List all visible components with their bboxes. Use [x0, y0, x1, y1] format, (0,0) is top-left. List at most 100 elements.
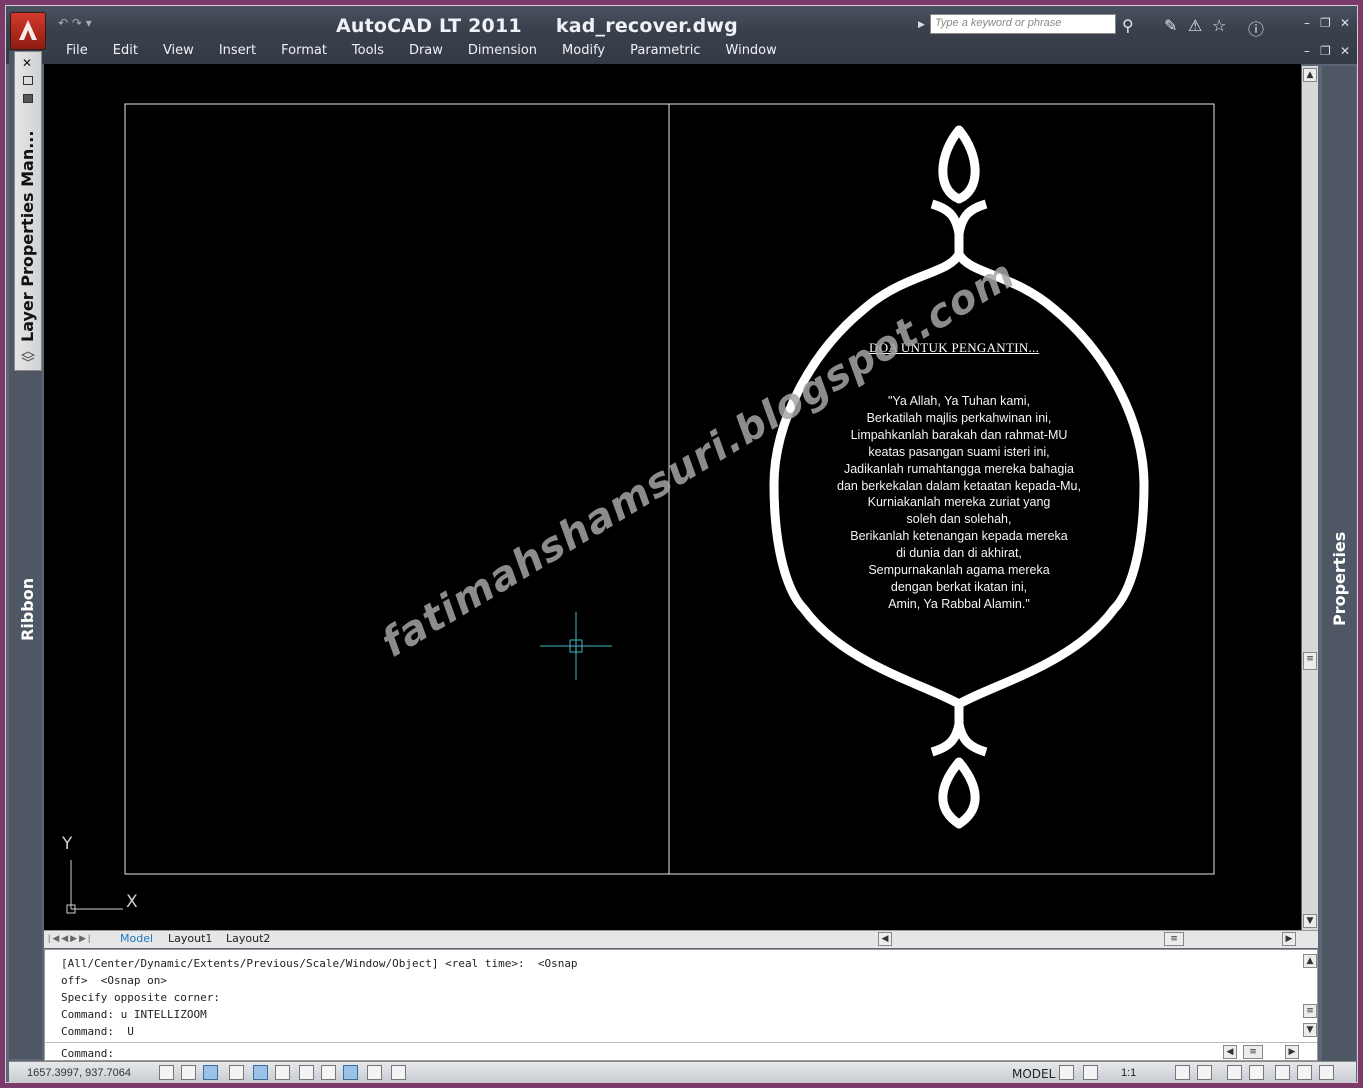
quick-view-layouts-icon[interactable] [1059, 1065, 1074, 1080]
right-palette-strip: Properties [1322, 66, 1356, 1061]
poem-line: keatas pasangan suami isteri ini, [868, 444, 1050, 459]
layer-icon [20, 350, 36, 364]
ucs-x-label: X [126, 892, 138, 912]
ribbon-palette-label[interactable]: Ribbon [18, 511, 37, 641]
palette-properties-icon[interactable] [23, 94, 33, 103]
auto-scale-icon[interactable] [1197, 1065, 1212, 1080]
workspace-switch-icon[interactable] [1227, 1065, 1242, 1080]
vertical-scrollbar[interactable]: ▲ ≡ ▼ [1302, 66, 1318, 932]
menu-parametric[interactable]: Parametric [630, 43, 713, 61]
menu-view[interactable]: View [163, 43, 207, 61]
ortho-mode-icon[interactable] [203, 1065, 218, 1080]
isolate-objects-icon[interactable] [1319, 1065, 1334, 1080]
binoculars-icon[interactable]: ⚲ [1122, 16, 1134, 35]
hscroll-left-button[interactable]: ◀ [878, 932, 892, 946]
doc-restore-button[interactable]: ❐ [1320, 44, 1331, 58]
polar-tracking-icon[interactable] [229, 1065, 244, 1080]
palette-close-icon[interactable]: ✕ [22, 56, 32, 70]
poem-line: Berkatilah majlis perkahwinan ini, [866, 410, 1052, 425]
toolbar-lock-icon[interactable] [1249, 1065, 1264, 1080]
menu-draw[interactable]: Draw [409, 43, 456, 61]
cmd-scroll-thumb[interactable]: ≡ [1303, 1004, 1317, 1018]
poem-line: Kurniakanlah mereka zuriat yang [867, 495, 1051, 510]
search-input[interactable]: Type a keyword or phrase [930, 14, 1116, 34]
poem-line: Limpahkanlah barakah dan rahmat-MU [850, 427, 1068, 442]
object-snap-tracking-icon[interactable] [275, 1065, 290, 1080]
command-history-line: [All/Center/Dynamic/Extents/Previous/Sca… [61, 957, 578, 970]
cmd-hscroll-thumb[interactable]: ≡ [1243, 1045, 1263, 1059]
hscroll-thumb[interactable]: ≡ [1164, 932, 1184, 946]
poem-line: di dunia dan di akhirat, [896, 546, 1022, 561]
tab-layout2[interactable]: Layout2 [226, 932, 270, 945]
hscroll-right-button[interactable]: ▶ [1282, 932, 1296, 946]
restore-button[interactable]: ❐ [1320, 16, 1331, 30]
layer-properties-label: Layer Properties Man... [18, 130, 37, 342]
autohide-icon[interactable] [23, 76, 33, 85]
poem-line: "Ya Allah, Ya Tuhan kami, [887, 394, 1031, 408]
cmd-scroll-up-button[interactable]: ▲ [1303, 954, 1317, 968]
command-history-line: off> <Osnap on> [61, 974, 167, 987]
drawing-area[interactable]: DOA UNTUK PENGANTIN... "Ya Allah, Ya Tuh… [44, 64, 1301, 930]
dynamic-ucs-icon[interactable] [299, 1065, 314, 1080]
tab-nav-arrows[interactable]: |◀◀▶▶| [48, 933, 92, 944]
poem-line: soleh dan solehah, [906, 512, 1012, 527]
application-menu-button[interactable] [10, 12, 46, 50]
annotation-visibility-icon[interactable] [1175, 1065, 1190, 1080]
close-button[interactable]: ✕ [1340, 16, 1350, 30]
search-expand-icon[interactable]: ▶ [918, 19, 925, 30]
annotation-scale[interactable]: 1:1 [1121, 1067, 1136, 1079]
dynamic-input-icon[interactable] [321, 1065, 336, 1080]
tab-layout1[interactable]: Layout1 [168, 932, 212, 945]
menu-window[interactable]: Window [726, 43, 790, 61]
poem-text: "Ya Allah, Ya Tuhan kami, Berkatilah maj… [804, 393, 1114, 613]
object-snap-icon[interactable] [253, 1065, 268, 1080]
command-history-line: Specify opposite corner: [61, 991, 220, 1004]
cmd-hscroll-right[interactable]: ▶ [1285, 1045, 1299, 1059]
menu-file[interactable]: File [66, 43, 101, 61]
menu-modify[interactable]: Modify [562, 43, 618, 61]
status-tray-icon[interactable] [1275, 1065, 1290, 1080]
autocad-logo-icon [19, 20, 37, 40]
layer-properties-palette[interactable]: ✕ Layer Properties Man... [14, 51, 42, 371]
cmd-hscroll-left[interactable]: ◀ [1223, 1045, 1237, 1059]
quick-view-drawings-icon[interactable] [1083, 1065, 1098, 1080]
subscription-icon[interactable]: ✎ [1164, 16, 1177, 35]
menu-insert[interactable]: Insert [219, 43, 269, 61]
poem-line: Berikanlah ketenangan kepada mereka [850, 529, 1068, 544]
layout-tab-bar: |◀◀▶▶| Model Layout1 Layout2 ◀ ≡ ▶ [44, 930, 1318, 948]
quick-properties-icon[interactable] [367, 1065, 382, 1080]
cursor-coordinates[interactable]: 1657.3997, 937.7064 [27, 1067, 131, 1079]
scroll-down-button[interactable]: ▼ [1303, 914, 1317, 928]
poem-line: Sempurnakanlah agama mereka [868, 563, 1050, 578]
title-bar: ↶ ↷ ▾ AutoCAD LT 2011 kad_recover.dwg ▶ … [6, 6, 1357, 64]
minimize-button[interactable]: – [1304, 16, 1310, 30]
cmd-scroll-down-button[interactable]: ▼ [1303, 1023, 1317, 1037]
help-icon[interactable]: ⓘ [1248, 16, 1264, 40]
selection-cycling-icon[interactable] [391, 1065, 406, 1080]
menu-tools[interactable]: Tools [352, 43, 397, 61]
snap-mode-icon[interactable] [159, 1065, 174, 1080]
menu-format[interactable]: Format [281, 43, 340, 61]
model-space-toggle[interactable]: MODEL [1012, 1067, 1055, 1081]
doc-close-button[interactable]: ✕ [1340, 44, 1350, 58]
scroll-thumb[interactable]: ≡ [1303, 652, 1317, 670]
menu-dimension[interactable]: Dimension [468, 43, 550, 61]
menu-bar: File Edit View Insert Format Tools Draw … [66, 43, 802, 61]
left-palette-strip: ✕ Layer Properties Man... Ribbon [9, 51, 42, 1059]
properties-palette-label[interactable]: Properties [1330, 506, 1349, 626]
poem-line: Jadikanlah rumahtangga mereka bahagia [843, 461, 1075, 476]
command-window[interactable]: [All/Center/Dynamic/Extents/Previous/Sca… [44, 949, 1318, 1061]
tab-model[interactable]: Model [120, 932, 153, 945]
doc-minimize-button[interactable]: – [1304, 44, 1310, 58]
communication-icon[interactable]: ⚠ [1188, 16, 1202, 35]
quick-access-toolbar[interactable]: ↶ ↷ ▾ [58, 16, 92, 30]
lineweight-icon[interactable] [343, 1065, 358, 1080]
favorites-star-icon[interactable]: ☆ [1212, 16, 1226, 35]
clean-screen-icon[interactable] [1297, 1065, 1312, 1080]
crosshair-cursor [540, 612, 612, 680]
command-prompt[interactable]: Command: [61, 1047, 114, 1060]
poem-line: Amin, Ya Rabbal Alamin." [888, 596, 1030, 611]
menu-edit[interactable]: Edit [113, 43, 151, 61]
scroll-up-button[interactable]: ▲ [1303, 68, 1317, 82]
grid-display-icon[interactable] [181, 1065, 196, 1080]
